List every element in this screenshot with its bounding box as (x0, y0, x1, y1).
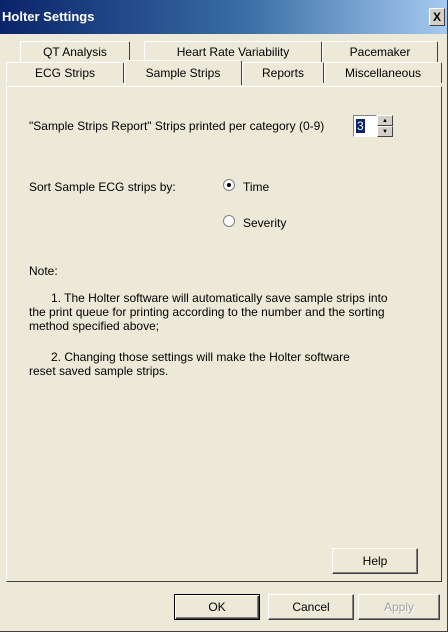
strips-per-category-input[interactable]: 3 (353, 115, 377, 137)
close-icon[interactable]: X (429, 8, 445, 26)
cancel-button-label: Cancel (292, 600, 330, 614)
sample-strips-panel (6, 86, 442, 582)
radio-selected-dot-icon (227, 183, 231, 187)
help-button[interactable]: Help (332, 548, 418, 574)
sort-by-label: Sort Sample ECG strips by: (29, 180, 176, 194)
tab-ecg-strips[interactable]: ECG Strips (6, 62, 124, 83)
apply-button: Apply (358, 594, 440, 620)
tab-sample-strips[interactable]: Sample Strips (124, 60, 242, 85)
note-item-2: 2. Changing those settings will make the… (29, 350, 350, 378)
note-label: Note: (29, 264, 58, 278)
strips-per-category-spinner[interactable]: ▲ ▼ (377, 115, 393, 137)
tab-reports[interactable]: Reports (242, 62, 324, 83)
sort-time-label[interactable]: Time (243, 180, 269, 194)
strips-per-category-value: 3 (356, 119, 365, 133)
window-title: Holter Settings (2, 9, 95, 24)
ok-button[interactable]: OK (174, 594, 260, 620)
note-item-1: 1. The Holter software will automaticall… (29, 291, 388, 333)
strips-per-category-label: "Sample Strips Report" Strips printed pe… (29, 119, 325, 133)
sort-severity-radio[interactable] (223, 215, 235, 227)
spin-down-icon[interactable]: ▼ (377, 126, 393, 137)
apply-button-label: Apply (383, 600, 415, 614)
spin-up-icon[interactable]: ▲ (377, 115, 393, 126)
tab-heart-rate-variability[interactable]: Heart Rate Variability (144, 41, 322, 62)
ok-button-label: OK (208, 600, 226, 614)
cancel-button[interactable]: Cancel (268, 594, 354, 620)
title-bar[interactable]: Holter Settings X (0, 0, 447, 34)
help-button-label: Help (362, 554, 388, 568)
tab-pacemaker[interactable]: Pacemaker (322, 41, 438, 62)
tab-miscellaneous[interactable]: Miscellaneous (324, 62, 442, 83)
sort-severity-label[interactable]: Severity (243, 216, 286, 230)
sort-time-radio[interactable] (223, 179, 235, 191)
tab-qt-analysis[interactable]: QT Analysis (20, 41, 130, 62)
holter-settings-dialog: Holter Settings X QT Analysis Heart Rate… (0, 0, 448, 632)
